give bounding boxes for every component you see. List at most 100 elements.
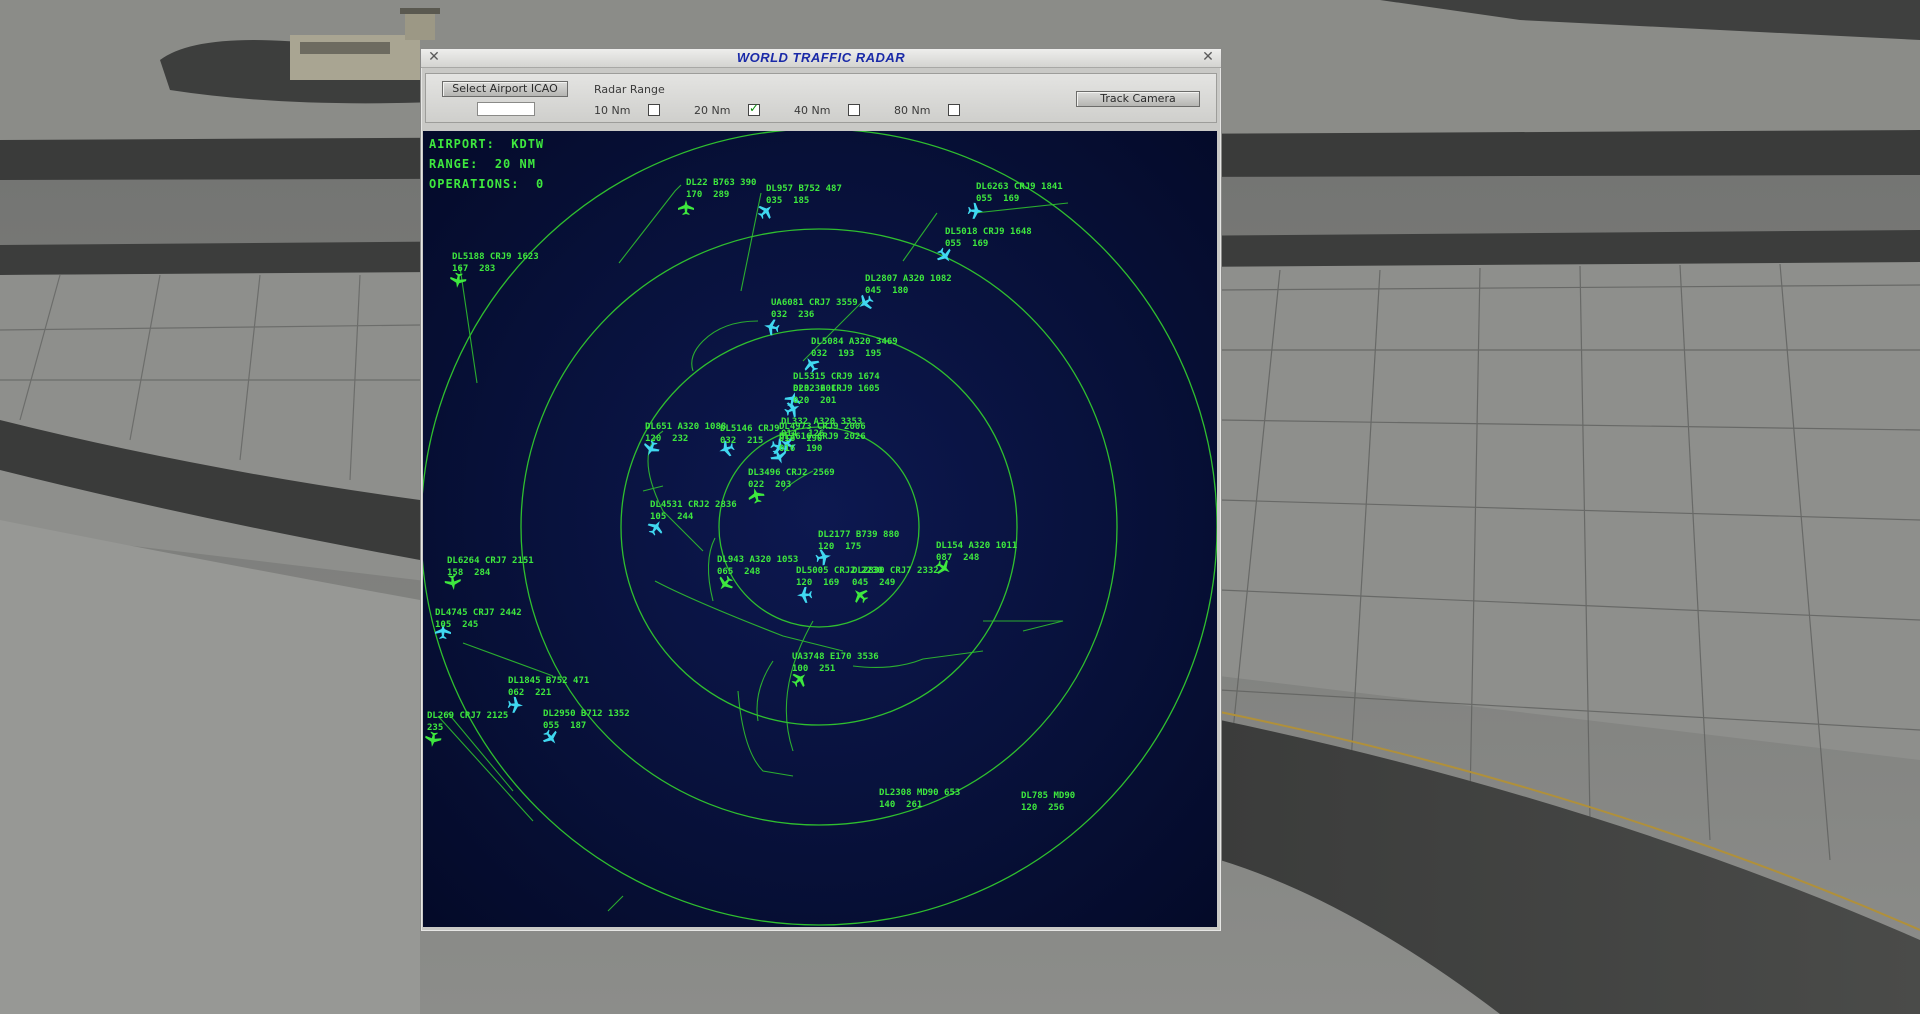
airport-value: KDTW <box>511 137 545 151</box>
radar-screen[interactable]: AIRPORT: KDTW RANGE: 20 NM OPERATIONS: 0… <box>423 131 1217 927</box>
aircraft-label[interactable]: DL651 A320 1088 120 232 <box>645 421 726 445</box>
toolbar: Select Airport ICAO Radar Range 10 Nm 20… <box>425 73 1217 123</box>
aircraft-label[interactable]: DL6264 CRJ7 2151 158 284 <box>447 555 534 579</box>
aircraft-label[interactable]: DL5018 CRJ9 1648 055 169 <box>945 226 1032 250</box>
aircraft-heading-speed: 158 284 <box>447 568 491 578</box>
aircraft-callsign: DL651 A320 1088 <box>645 422 727 432</box>
operations-label: OPERATIONS: <box>429 177 520 191</box>
aircraft-icon[interactable] <box>967 202 983 219</box>
aircraft-label[interactable]: DL22 B763 390 170 289 <box>686 177 756 201</box>
aircraft-icon[interactable] <box>678 200 694 215</box>
aircraft-callsign: DL2177 B739 880 <box>818 530 900 540</box>
aircraft-icon[interactable] <box>797 586 813 604</box>
aircraft-label[interactable]: DL957 B752 487 035 185 <box>766 183 842 207</box>
close-icon[interactable]: ✕ <box>1200 49 1216 65</box>
track-camera-button[interactable]: Track Camera <box>1076 91 1200 107</box>
aircraft-heading-speed: 170 289 <box>686 190 730 200</box>
range-20-label: 20 Nm <box>694 104 731 117</box>
range-label: RANGE: <box>429 157 479 171</box>
aircraft-heading-speed: 055 169 <box>976 194 1020 204</box>
aircraft-heading-speed: 032 236 <box>771 310 815 320</box>
radar-window: ✕ WORLD TRAFFIC RADAR ✕ Select Airport I… <box>420 48 1222 932</box>
aircraft-label[interactable]: DL6263 CRJ9 1841 055 169 <box>976 181 1063 205</box>
airport-icao-input[interactable] <box>477 102 535 116</box>
aircraft-heading-speed: 055 169 <box>945 239 989 249</box>
aircraft-label[interactable]: DL943 A320 1053 065 248 <box>717 554 798 578</box>
aircraft-label[interactable]: DL1845 B752 471 062 221 <box>508 675 589 699</box>
aircraft-label[interactable]: DL4745 CRJ7 2442 105 245 <box>435 607 522 631</box>
range-ring <box>718 426 920 628</box>
range-80-label: 80 Nm <box>894 104 931 117</box>
aircraft-label[interactable]: UA3748 E170 3536 100 251 <box>792 651 879 675</box>
aircraft-label[interactable]: DL2308 MD90 653 140 261 <box>879 787 960 811</box>
aircraft-callsign: DL4745 CRJ7 2442 <box>435 608 522 618</box>
aircraft-callsign: DL957 B752 487 <box>766 184 842 194</box>
aircraft-heading-speed: 032 215 <box>720 436 764 446</box>
aircraft-callsign: DL6263 CRJ9 1841 <box>976 182 1063 192</box>
range-10-label: 10 Nm <box>594 104 631 117</box>
aircraft-label[interactable]: DL154 A320 1011 087 248 <box>936 540 1017 564</box>
range-80-checkbox[interactable] <box>948 104 960 116</box>
aircraft-label[interactable]: DL785 MD90 120 256 <box>1021 790 1075 814</box>
range-value: 20 NM <box>494 157 536 171</box>
aircraft-heading-speed: 035 185 <box>766 196 810 206</box>
range-40-label: 40 Nm <box>794 104 831 117</box>
airport-info: AIRPORT: KDTW <box>429 137 544 151</box>
aircraft-label[interactable]: DL2807 A320 1082 045 180 <box>865 273 952 297</box>
aircraft-heading-speed: 235 <box>427 723 444 733</box>
aircraft-heading-speed: 062 221 <box>508 688 552 698</box>
aircraft-callsign: DL943 A320 1053 <box>717 555 799 565</box>
aircraft-callsign: UA3748 E170 3536 <box>792 652 879 662</box>
aircraft-label[interactable]: DL4531 CRJ2 2836 105 244 <box>650 499 737 523</box>
aircraft-heading-speed: 014 126 <box>781 429 825 439</box>
aircraft-callsign: DL154 A320 1011 <box>936 541 1018 551</box>
aircraft-heading-speed: 087 248 <box>936 553 980 563</box>
range-rings <box>423 131 1217 926</box>
aircraft-heading-speed: 100 251 <box>792 664 836 674</box>
aircraft-label[interactable]: DL332 A320 3353 014 126 <box>781 416 862 440</box>
aircraft-label[interactable]: DL3496 CRJ2 2569 022 203 <box>748 467 835 491</box>
aircraft-label[interactable]: DL269 CRJ7 2125 235 <box>427 710 508 734</box>
aircraft-callsign: DL22 B763 390 <box>686 178 757 188</box>
range-10-checkbox[interactable] <box>648 104 660 116</box>
aircraft-label[interactable]: DL2950 B712 1352 055 187 <box>543 708 630 732</box>
aircraft-callsign: DL2830 CRJ7 2332 <box>852 566 939 576</box>
aircraft-callsign: DL2950 B712 1352 <box>543 709 630 719</box>
aircraft-heading-speed: 045 180 <box>865 286 909 296</box>
aircraft-callsign: DL5315 CRJ9 1674 <box>793 372 880 382</box>
aircraft-callsign: DL3496 CRJ2 2569 <box>748 468 835 478</box>
aircraft-callsign: DL6264 CRJ7 2151 <box>447 556 534 566</box>
select-airport-button[interactable]: Select Airport ICAO <box>442 81 568 97</box>
range-info: RANGE: 20 NM <box>429 157 536 171</box>
aircraft-callsign: DL332 A320 3353 <box>781 417 863 427</box>
range-20-checkbox[interactable] <box>748 101 760 116</box>
aircraft-label[interactable]: DL3236 CRJ9 1605 020 201 <box>793 383 880 407</box>
aircraft-callsign: DL785 MD90 <box>1021 791 1076 801</box>
aircraft-callsign: DL4531 CRJ2 2836 <box>650 500 737 510</box>
aircraft-label[interactable]: DL5146 CRJ9 032 215 <box>720 423 780 447</box>
aircraft-heading-speed: 120 175 <box>818 542 862 552</box>
aircraft-heading-speed: 120 232 <box>645 434 689 444</box>
aircraft-label[interactable]: DL5188 CRJ9 1623 167 283 <box>452 251 539 275</box>
aircraft-heading-speed: 167 283 <box>452 264 496 274</box>
aircraft-label[interactable]: DL5084 A320 3469 032 193 195 <box>811 336 898 360</box>
title-bar[interactable]: ✕ WORLD TRAFFIC RADAR ✕ <box>421 49 1221 68</box>
aircraft-callsign: DL269 CRJ7 2125 <box>427 711 509 721</box>
aircraft-heading-speed: 140 261 <box>879 800 923 810</box>
operations-info: OPERATIONS: 0 <box>429 177 544 191</box>
aircraft-heading-speed: 065 248 <box>717 567 761 577</box>
aircraft-heading-speed: 045 249 <box>852 578 896 588</box>
aircraft-callsign: DL2308 MD90 653 <box>879 788 961 798</box>
aircraft-callsign: DL5018 CRJ9 1648 <box>945 227 1032 237</box>
aircraft-label[interactable]: DL2830 CRJ7 2332 045 249 <box>852 565 939 589</box>
aircraft-heading-speed: 016 190 <box>779 444 823 454</box>
aircraft-heading-speed: 105 245 <box>435 620 479 630</box>
aircraft-heading-speed: 055 187 <box>543 721 587 731</box>
aircraft-label[interactable]: UA6081 CRJ7 3559 032 236 <box>771 297 858 321</box>
operations-value: 0 <box>535 177 545 191</box>
range-40-checkbox[interactable] <box>848 104 860 116</box>
aircraft-heading-speed: 020 201 <box>793 396 837 406</box>
aircraft-heading-speed: 105 244 <box>650 512 694 522</box>
aircraft-heading-speed: 032 193 195 <box>811 349 882 359</box>
aircraft-label[interactable]: DL2177 B739 880 120 175 <box>818 529 899 553</box>
